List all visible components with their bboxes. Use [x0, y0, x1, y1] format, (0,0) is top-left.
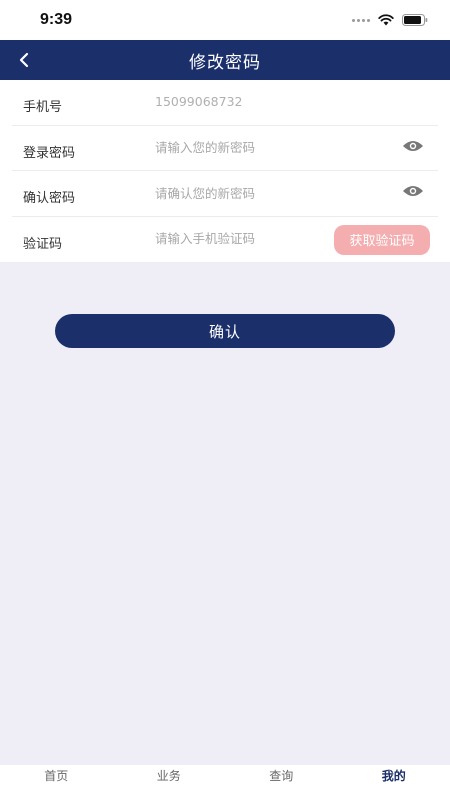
phone-row: 手机号 15099068732 [12, 80, 438, 126]
status-icons [352, 14, 428, 26]
password-label: 登录密码 [23, 145, 76, 161]
phone-label: 手机号 [23, 100, 63, 115]
confirm-password-label: 确认密码 [23, 191, 76, 206]
wifi-icon [378, 14, 394, 26]
signal-icon [352, 18, 370, 22]
back-icon[interactable] [14, 49, 36, 71]
code-label: 验证码 [23, 236, 63, 252]
nav-bar: 修改密码 [0, 40, 450, 80]
phone-value: 15099068732 [155, 94, 243, 109]
eye-icon[interactable] [402, 184, 424, 198]
battery-icon [402, 14, 428, 26]
password-input[interactable] [155, 137, 335, 158]
code-row: 验证码 获取验证码 [12, 217, 438, 263]
tab-mine[interactable]: 我的 [338, 767, 450, 784]
status-time: 9:39 [40, 11, 73, 28]
get-code-button[interactable]: 获取验证码 [334, 224, 430, 255]
tab-home[interactable]: 首页 [0, 767, 112, 784]
tab-query[interactable]: 查询 [225, 767, 337, 784]
tab-bar: 首页 业务 查询 我的 [0, 765, 450, 800]
status-bar: 9:39 [0, 0, 450, 40]
confirm-password-input[interactable] [155, 183, 335, 203]
page-title: 修改密码 [189, 52, 261, 73]
password-row: 登录密码 [12, 126, 438, 171]
eye-icon[interactable] [402, 139, 424, 153]
confirm-button[interactable]: 确认 [55, 314, 395, 348]
password-form: 手机号 15099068732 登录密码 确认密码 验证码 获取验证码 [0, 80, 450, 262]
code-input[interactable] [155, 228, 335, 249]
confirm-password-row: 确认密码 [12, 171, 438, 217]
tab-business[interactable]: 业务 [113, 767, 225, 784]
